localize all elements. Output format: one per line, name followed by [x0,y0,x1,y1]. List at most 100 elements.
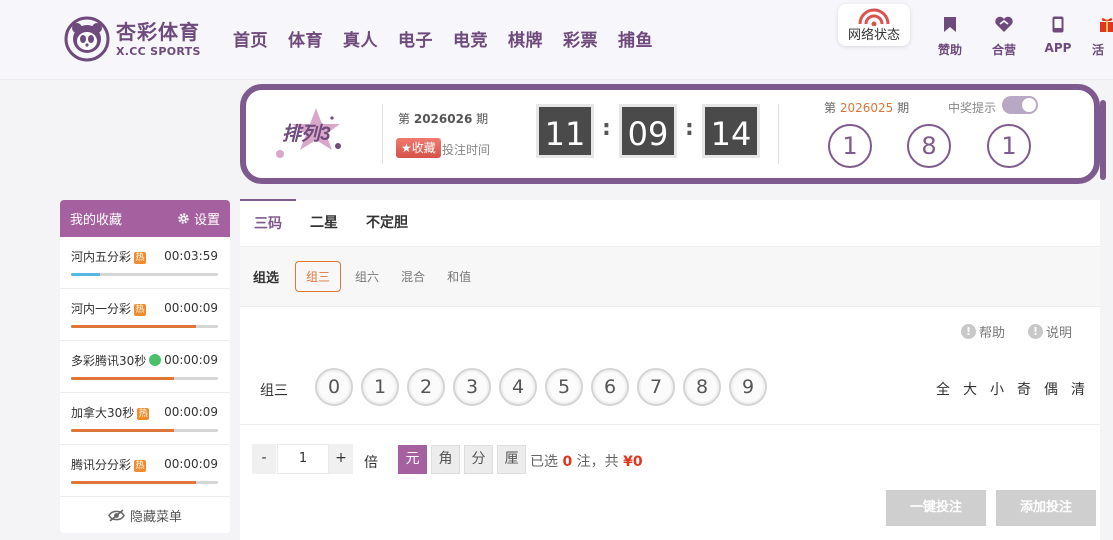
brand-logo[interactable]: 杏彩体育 X.CC SPORTS [64,14,214,64]
explain-button[interactable]: ! 说明 [1028,322,1072,341]
nav-cards[interactable]: 棋牌 [508,26,543,51]
panda-logo-icon [64,16,110,62]
promo-link[interactable]: 活 [1092,16,1113,58]
brand-text: 杏彩体育 X.CC SPORTS [116,22,201,57]
bet-panel: 三码 二星 不定胆 组选 组三 组六 混合 和值 ! 帮助 ! 说明 组三 0 1 … [240,199,1100,540]
selected-count: 0 [562,454,573,470]
nav-sports[interactable]: 体育 [288,26,323,51]
unit-yuan-button[interactable]: 元 [398,445,427,474]
number-ball[interactable]: 0 [315,368,353,406]
tab-three-digit[interactable]: 三码 [240,199,296,246]
multiplier-decrease-button[interactable]: - [252,444,276,474]
partner-link[interactable]: 合营 [984,16,1024,58]
favorite-item-countdown: 00:00:09 [164,353,218,367]
hot-badge: 热 [134,252,147,264]
lottery-banner: 排列3 第 2026026 期 ★收藏 投注时间 11 : 09 : 14 第 … [240,84,1106,184]
multiplier-input[interactable]: 1 [277,444,329,474]
add-bet-button[interactable]: 添加投注 [996,490,1096,526]
favorite-progress-fill [71,481,196,484]
network-status-button[interactable]: 网络状态 [838,4,910,46]
favorite-progress-bar [71,429,218,432]
nav-slots[interactable]: 电子 [398,26,433,51]
divider [240,424,1100,425]
favorite-item[interactable]: 腾讯分分彩热 00:00:09 [60,445,230,497]
favorite-item[interactable]: 河内五分彩热 00:03:59 [60,237,230,289]
sub-play-group-six[interactable]: 组六 [355,268,379,285]
favorites-panel: 我的收藏 设置 河内五分彩热 00:03:59 河内一分彩热 00:00:09 … [60,200,230,533]
favorites-settings-label: 设置 [193,213,220,228]
divider [778,104,779,164]
favorite-item-name: 河内一分彩 [71,302,132,316]
favorite-item-countdown: 00:00:09 [164,405,218,419]
favorite-label: 收藏 [411,141,436,155]
favorite-progress-fill [71,377,174,380]
pick-small-button[interactable]: 小 [990,379,1004,399]
favorite-item-name: 河内五分彩 [71,250,132,264]
favorite-item[interactable]: 加拿大30秒热 00:00:09 [60,393,230,445]
hot-badge: 热 [134,460,147,472]
help-button[interactable]: ! 帮助 [961,322,1005,341]
pick-odd-button[interactable]: 奇 [1017,379,1031,399]
favorite-button[interactable]: ★收藏 [396,138,441,158]
favorite-item[interactable]: 河内一分彩热 00:00:09 [60,289,230,341]
sponsor-link[interactable]: 赞助 [930,16,970,58]
new-badge-icon [149,354,162,366]
favorite-item[interactable]: 多彩腾讯30秒 00:00:09 [60,341,230,393]
selected-mid: 注，共 [576,454,619,470]
win-hint-label: 中奖提示 [948,101,997,115]
nav-lottery[interactable]: 彩票 [563,26,598,51]
number-ball[interactable]: 1 [361,368,399,406]
number-ball[interactable]: 9 [729,368,767,406]
sub-play-sum[interactable]: 和值 [447,268,471,285]
divider [382,104,383,164]
last-issue-suffix: 期 [897,101,910,115]
win-hint-toggle[interactable] [1002,96,1038,114]
multiplier-increase-button[interactable]: + [329,444,353,474]
multiplier-label: 倍 [364,455,378,471]
tab-any-digit[interactable]: 不定胆 [352,212,422,246]
sub-play-group-three[interactable]: 组三 [295,261,342,292]
current-issue: 第 2026026 期 [398,110,488,127]
nav-live-casino[interactable]: 真人 [343,26,378,51]
help-label: 帮助 [979,326,1006,341]
favorite-progress-bar [71,377,218,380]
countdown-colon: : [685,116,694,141]
clear-button[interactable]: 清 [1071,379,1085,399]
network-status-label: 网络状态 [847,28,900,43]
app-link[interactable]: APP [1038,16,1078,55]
number-ball[interactable]: 8 [683,368,721,406]
hide-menu-button[interactable]: 隐藏菜单 [60,497,230,533]
favorites-settings-button[interactable]: 设置 [177,209,220,228]
brand-name-en: X.CC SPORTS [116,44,201,58]
number-ball[interactable]: 6 [591,368,629,406]
nav-home[interactable]: 首页 [233,26,268,51]
one-click-bet-button[interactable]: 一键投注 [886,490,986,526]
tab-two-star[interactable]: 二星 [296,212,352,246]
pick-all-button[interactable]: 全 [936,379,950,399]
sub-play-bar: 组选 组三 组六 混合 和值 [240,247,1100,307]
pick-big-button[interactable]: 大 [963,379,977,399]
favorites-title: 我的收藏 [70,213,123,228]
favorite-item-countdown: 00:00:09 [164,457,218,471]
nav-fishing[interactable]: 捕鱼 [618,26,653,51]
number-ball[interactable]: 2 [407,368,445,406]
number-ball[interactable]: 3 [453,368,491,406]
promo-label: 活 [1092,43,1105,57]
number-ball[interactable]: 5 [545,368,583,406]
number-ball[interactable]: 4 [499,368,537,406]
number-ball[interactable]: 7 [637,368,675,406]
nav-esports[interactable]: 电竞 [453,26,488,51]
last-issue-prefix: 第 [824,101,837,115]
bet-summary: 已选 0 注，共 ¥0 [530,451,643,471]
pick-even-button[interactable]: 偶 [1044,379,1058,399]
eye-off-icon [108,508,125,522]
pailie3-logo-icon: 排列3 [276,108,341,158]
sub-play-mixed[interactable]: 混合 [401,268,425,285]
unit-fen-button[interactable]: 分 [464,445,493,474]
unit-li-button[interactable]: 厘 [497,445,526,474]
hot-badge: 热 [134,304,147,316]
current-issue-suffix: 期 [476,112,489,126]
unit-jiao-button[interactable]: 角 [431,445,460,474]
explain-label: 说明 [1046,326,1073,341]
favorite-item-name: 加拿大30秒 [71,406,135,420]
